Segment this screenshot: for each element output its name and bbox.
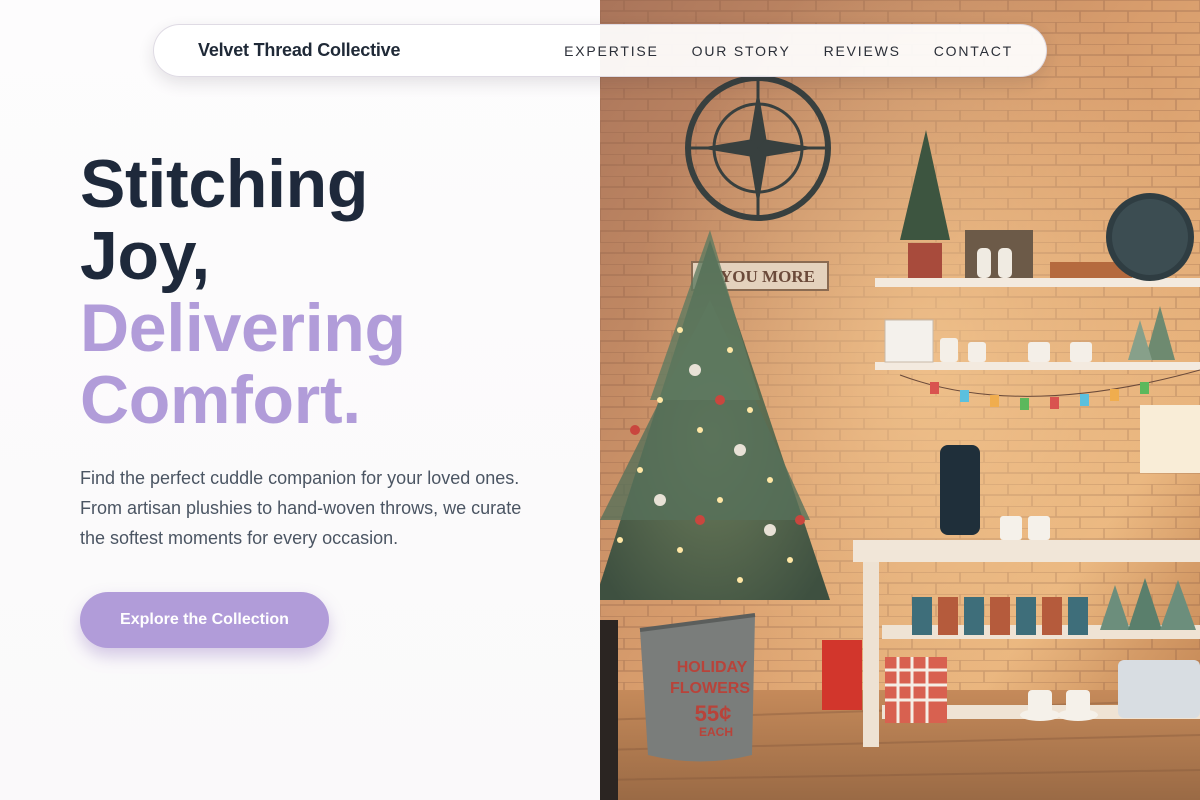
chair [600,620,618,800]
brand-name[interactable]: Velvet Thread Collective [198,40,400,61]
store-interior-image: E YOU MORE HOLIDAY FLOWERS 55¢ EACH [600,0,1200,800]
galvanized-bucket: HOLIDAY FLOWERS 55¢ EACH [639,613,756,762]
nav-link-our-story[interactable]: OUR STORY [692,43,791,59]
hero-description: Find the perfect cuddle companion for yo… [80,468,522,548]
nav-links: EXPERTISE OUR STORY REVIEWS CONTACT [564,43,1013,59]
red-bucket [822,640,862,710]
svg-text:HOLIDAY: HOLIDAY [677,659,748,676]
headline-line-2: Joy, [80,218,210,294]
headline-line-4: Comfort. [80,362,361,438]
hero-headline: Stitching Joy, Delivering Comfort. [80,148,406,436]
compass-decor [685,75,831,221]
hero-photo: E YOU MORE HOLIDAY FLOWERS 55¢ EACH [600,0,1200,800]
nav-link-reviews[interactable]: REVIEWS [824,43,901,59]
nav-link-expertise[interactable]: EXPERTISE [564,43,659,59]
explore-collection-button[interactable]: Explore the Collection [80,592,329,648]
nav-link-contact[interactable]: CONTACT [934,43,1013,59]
svg-text:EACH: EACH [699,725,733,739]
headline-line-3: Delivering [80,290,406,366]
top-navbar: Velvet Thread Collective EXPERTISE OUR S… [153,24,1047,77]
headline-line-1: Stitching [80,146,369,222]
svg-text:FLOWERS: FLOWERS [670,680,750,697]
svg-text:55¢: 55¢ [695,701,732,726]
